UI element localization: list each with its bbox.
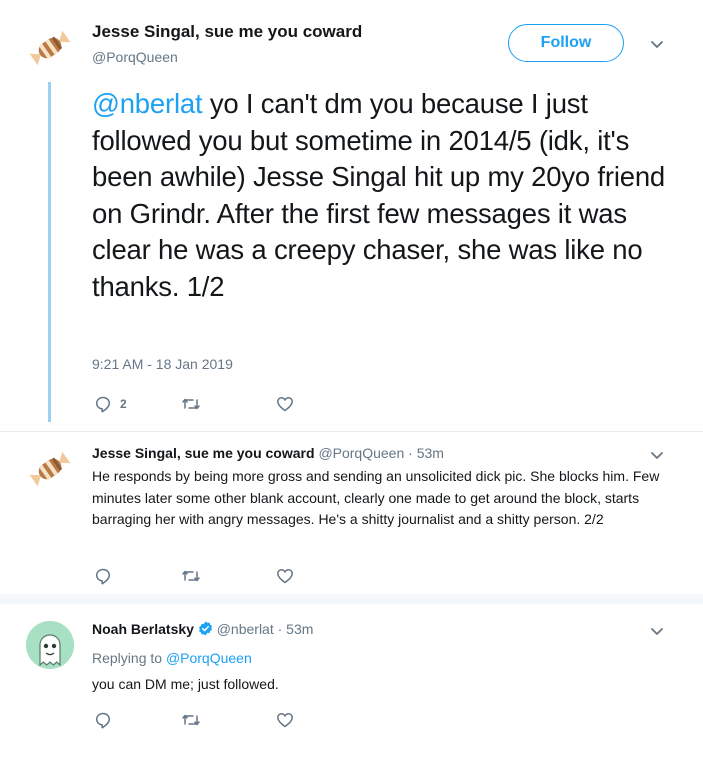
thread-separator	[0, 594, 703, 604]
replying-to-handle[interactable]: @PorqQueen	[166, 650, 252, 666]
candy-avatar	[29, 30, 71, 66]
tweet-author-handle[interactable]: @PorqQueen	[92, 49, 178, 65]
like-icon	[277, 569, 293, 584]
reply-count: 2	[120, 397, 127, 411]
reply-author-name[interactable]: Noah Berlatsky	[92, 621, 194, 637]
reply-button[interactable]: 2	[94, 395, 127, 413]
candy-avatar	[29, 451, 71, 487]
avatar-porqqueen[interactable]	[26, 24, 74, 72]
divider	[0, 431, 703, 432]
replying-to-label: Replying to	[92, 650, 166, 666]
chevron-down-icon[interactable]	[650, 451, 664, 461]
thread-connector-line	[48, 82, 51, 422]
tweet-timestamp[interactable]: 9:21 AM - 18 Jan 2019	[92, 356, 233, 372]
reply-author-meta[interactable]: @nberlat · 53m	[217, 621, 314, 637]
retweet-icon	[182, 714, 200, 726]
ghost-avatar	[26, 621, 74, 669]
retweet-icon	[182, 570, 200, 582]
reply-author-name[interactable]: Jesse Singal, sue me you coward	[92, 445, 315, 461]
like-icon	[277, 397, 293, 412]
avatar-porqqueen-reply[interactable]	[26, 445, 74, 493]
reply-header: Jesse Singal, sue me you coward @PorqQue…	[92, 445, 444, 461]
replying-to-line: Replying to @PorqQueen	[92, 648, 252, 670]
follow-button[interactable]: Follow	[508, 24, 624, 62]
tweet-body: yo I can't dm you because I just followe…	[92, 88, 666, 302]
tweet-text: @nberlat yo I can't dm you because I jus…	[92, 86, 677, 305]
retweet-button[interactable]	[181, 395, 201, 413]
like-icon	[277, 713, 293, 728]
reply-header: Noah Berlatsky @nberlat · 53m	[92, 621, 313, 637]
chevron-down-icon[interactable]	[650, 627, 664, 637]
like-button[interactable]	[276, 395, 294, 413]
reply-text: He responds by being more gross and send…	[92, 468, 660, 527]
tweet-author-name[interactable]: Jesse Singal, sue me you coward	[92, 22, 362, 42]
reply-button[interactable]	[94, 567, 112, 585]
reply-author-meta[interactable]: @PorqQueen · 53m	[318, 445, 444, 461]
mention-link[interactable]: @nberlat	[92, 88, 203, 119]
like-button[interactable]	[276, 567, 294, 585]
avatar-nberlat[interactable]	[26, 621, 74, 669]
retweet-icon	[182, 398, 200, 410]
reply-icon	[95, 712, 111, 729]
reply-icon	[95, 396, 111, 413]
reply-button[interactable]	[94, 711, 112, 729]
reply-text: you can DM me; just followed.	[92, 676, 279, 692]
chevron-down-icon[interactable]	[650, 40, 664, 50]
reply-icon	[95, 568, 111, 585]
retweet-button[interactable]	[181, 711, 201, 729]
like-button[interactable]	[276, 711, 294, 729]
verified-badge-icon	[198, 621, 212, 636]
retweet-button[interactable]	[181, 567, 201, 585]
